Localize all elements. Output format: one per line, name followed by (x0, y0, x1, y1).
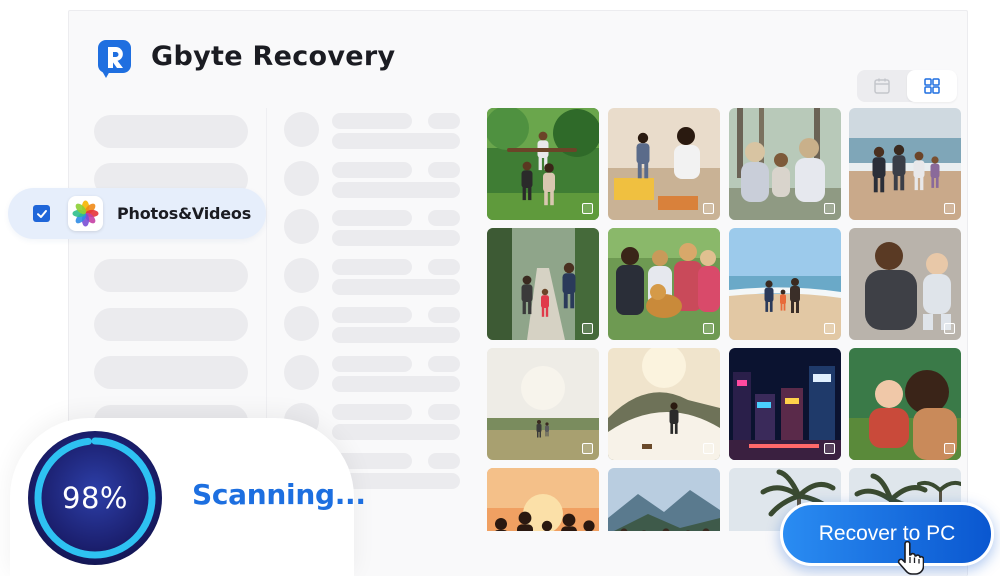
photo-select-checkbox[interactable] (944, 323, 955, 334)
photo-select-checkbox[interactable] (582, 323, 593, 334)
photo-select-checkbox[interactable] (824, 323, 835, 334)
photo-select-checkbox[interactable] (703, 203, 714, 214)
photo-thumbnail-mother-child-kitchen[interactable] (608, 108, 720, 220)
list-placeholder-line (332, 133, 460, 149)
photo-image (608, 468, 720, 531)
hand-pointer-icon (897, 541, 924, 575)
sidebar-placeholder (94, 259, 248, 292)
gbyte-r-logo-icon (96, 38, 134, 80)
list-placeholder-line (332, 279, 460, 295)
list-placeholder-line (332, 113, 412, 129)
list-placeholder-line (428, 210, 460, 226)
grid-view-button[interactable] (907, 70, 957, 102)
photo-select-checkbox[interactable] (824, 203, 835, 214)
photo-thumbnail-family-woods-back[interactable] (729, 108, 841, 220)
photo-select-checkbox[interactable] (944, 443, 955, 454)
photo-select-checkbox[interactable] (944, 203, 955, 214)
list-placeholder-line (332, 230, 460, 246)
photo-image (487, 468, 599, 531)
sidebar-placeholder (94, 115, 248, 148)
photos-pinwheel-icon (68, 196, 103, 231)
list-placeholder-line (332, 182, 460, 198)
list-placeholder-line (332, 356, 412, 372)
photo-thumbnail-mother-kissing-baby[interactable] (849, 348, 961, 460)
list-placeholder-line (332, 259, 412, 275)
photo-thumbnail-group-sunset-silhouette[interactable] (487, 468, 599, 531)
list-placeholder-line (428, 404, 460, 420)
list-placeholder-line (428, 259, 460, 275)
list-placeholder-line (428, 356, 460, 372)
list-placeholder-line (332, 162, 412, 178)
photo-thumbnail-mountain-view-group[interactable] (608, 468, 720, 531)
list-placeholder-line (428, 453, 460, 469)
photo-thumbnail-father-baby-lying[interactable] (849, 228, 961, 340)
list-placeholder-avatar (284, 209, 319, 244)
sidebar-placeholder (94, 308, 248, 341)
list-placeholder-line (428, 113, 460, 129)
list-placeholder-line (332, 307, 412, 323)
list-placeholder-line (332, 376, 460, 392)
list-placeholder-line (332, 404, 412, 420)
app-title: Gbyte Recovery (151, 41, 396, 72)
list-placeholder-avatar (284, 258, 319, 293)
grid-view-icon (924, 78, 940, 94)
category-checkbox[interactable] (33, 205, 50, 222)
photo-select-checkbox[interactable] (582, 203, 593, 214)
list-placeholder-line (428, 162, 460, 178)
photo-select-checkbox[interactable] (824, 443, 835, 454)
sidebar-placeholder (94, 356, 248, 389)
check-icon (36, 209, 47, 218)
photo-thumbnail-family-beach-back[interactable] (849, 108, 961, 220)
list-placeholder-line (332, 424, 460, 440)
category-photos-videos[interactable]: Photos&Videos (8, 188, 266, 239)
view-toggle (857, 70, 957, 102)
photo-thumbnail-family-dog-park[interactable] (608, 228, 720, 340)
recover-to-pc-button[interactable]: Recover to PC (780, 502, 994, 566)
category-label: Photos&Videos (117, 204, 252, 223)
list-placeholder-line (428, 307, 460, 323)
calendar-view-button[interactable] (857, 70, 907, 102)
scan-status-label: Scanning... (192, 478, 366, 511)
photo-select-checkbox[interactable] (582, 443, 593, 454)
list-placeholder-avatar (284, 306, 319, 341)
photo-thumbnail-family-forest[interactable] (487, 108, 599, 220)
calendar-icon (874, 78, 890, 94)
list-placeholder-avatar (284, 112, 319, 147)
photo-thumbnail-field-sunset-walk[interactable] (487, 348, 599, 460)
photo-thumbnail-family-beach-walk[interactable] (729, 228, 841, 340)
list-placeholder-avatar (284, 161, 319, 196)
list-placeholder-line (332, 210, 412, 226)
photo-select-checkbox[interactable] (703, 443, 714, 454)
photo-thumbnail-family-path-walk[interactable] (487, 228, 599, 340)
photo-thumbnail-desert-dune-walk[interactable] (608, 348, 720, 460)
progress-percent: 98% (62, 481, 128, 515)
photo-select-checkbox[interactable] (703, 323, 714, 334)
list-placeholder-avatar (284, 355, 319, 390)
photo-thumbnail-city-night-street[interactable] (729, 348, 841, 460)
list-placeholder-line (332, 327, 460, 343)
